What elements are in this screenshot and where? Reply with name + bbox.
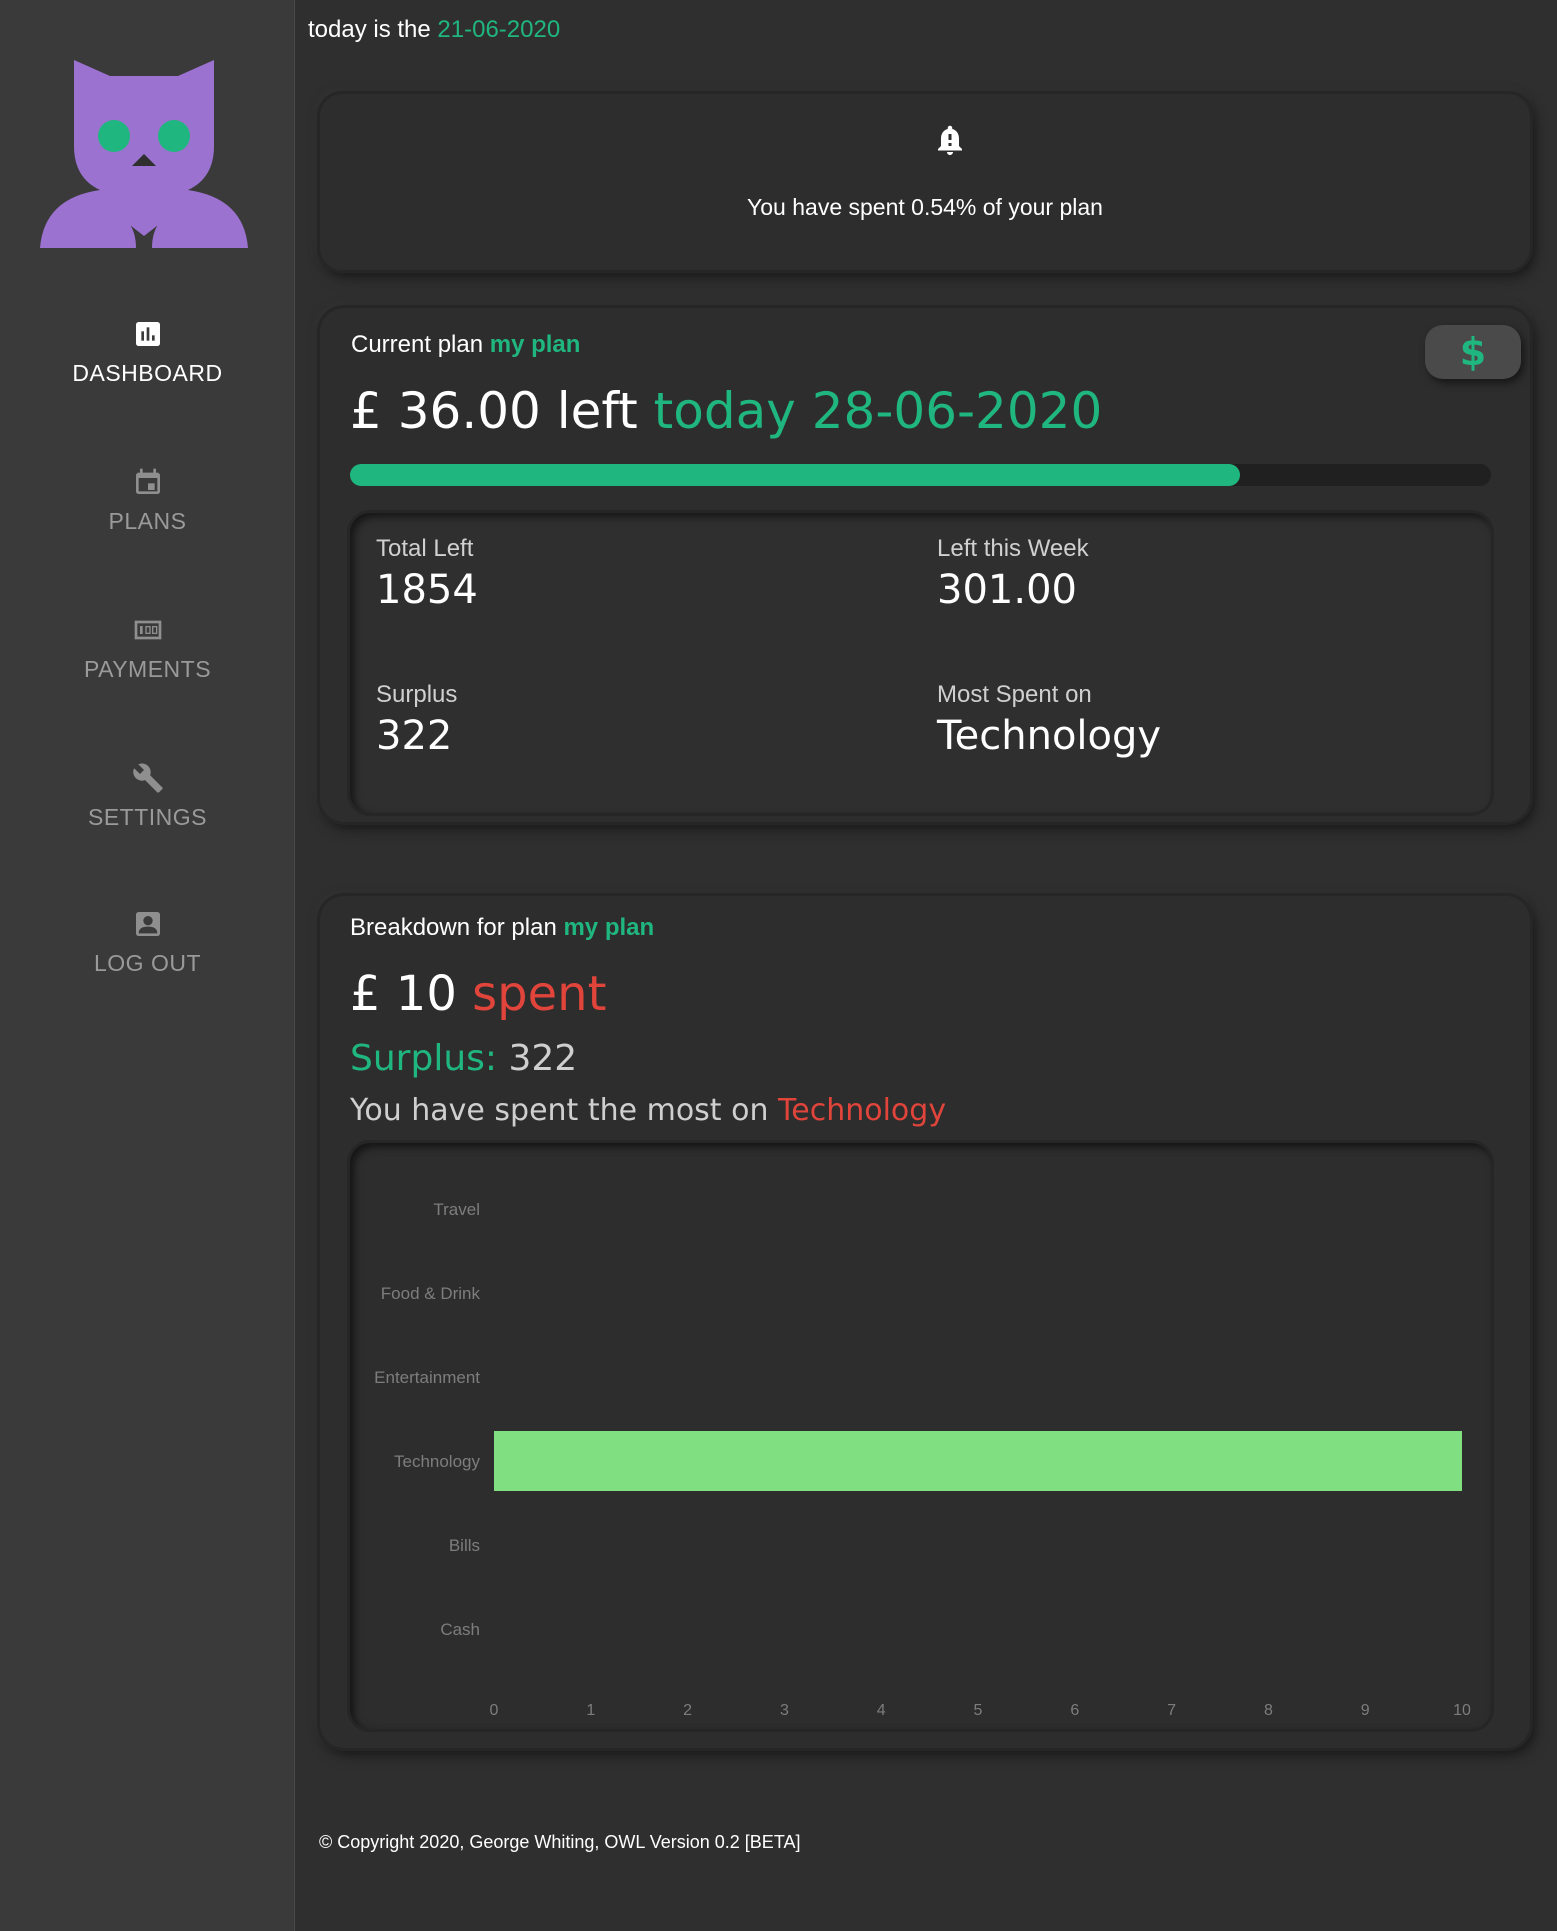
- stat-most-spent: Most Spent on Technology: [937, 681, 1161, 759]
- x-tick-label: 0: [490, 1702, 499, 1719]
- owl-logo: [40, 60, 248, 248]
- stat-most-spent-label: Most Spent on: [937, 681, 1092, 708]
- category-chart: Travel Food & Drink Entertainment Technolog…: [350, 1143, 1491, 1729]
- stat-total-left: Total Left 1854: [376, 535, 478, 613]
- plan-stats-panel: Total Left 1854 Left this Week 301.00 Su…: [350, 513, 1491, 813]
- x-tick-label: 7: [1167, 1702, 1176, 1719]
- nav-dashboard[interactable]: DASHBOARD: [0, 318, 295, 387]
- chart-bar[interactable]: [494, 1431, 1462, 1491]
- stat-surplus: Surplus 322: [376, 681, 457, 759]
- amount-left: £ 36.00 left: [350, 382, 638, 440]
- spent-amount: £ 10: [350, 966, 457, 1022]
- wrench-icon: [132, 763, 163, 793]
- nav-logout-label: LOG OUT: [93, 950, 201, 976]
- nav-settings-label: SETTINGS: [87, 804, 207, 830]
- most-spent-line: You have spent the most on Technology: [350, 1093, 946, 1128]
- calendar-icon: [135, 468, 160, 494]
- stat-total-left-label: Total Left: [376, 535, 474, 562]
- money-icon: [134, 620, 161, 640]
- category-label: Entertainment: [374, 1368, 480, 1387]
- breakdown-prefix: Breakdown for plan: [350, 914, 557, 941]
- current-plan-prefix: Current plan: [351, 331, 484, 358]
- x-tick-label: 6: [1070, 1702, 1079, 1719]
- sidebar: DASHBOARD PLANS PAYMENTS SETTINGS LOG OU…: [0, 0, 295, 1931]
- plan-end-date: 28-06-2020: [811, 382, 1103, 440]
- nav-plans-label: PLANS: [108, 508, 187, 534]
- today-date: 21-06-2020: [437, 16, 561, 43]
- surplus-line: Surplus: 322: [350, 1038, 577, 1079]
- dollar-button[interactable]: $: [1425, 325, 1521, 379]
- bell-alert-icon: [938, 125, 962, 155]
- alert-message: You have spent 0.54% of your plan: [747, 194, 1103, 220]
- x-tick-label: 4: [877, 1702, 886, 1719]
- plan-progress-bar: [350, 464, 1491, 486]
- category-label: Food & Drink: [381, 1284, 481, 1303]
- plan-progress-fill: [350, 464, 1240, 486]
- x-tick-label: 1: [586, 1702, 595, 1719]
- stat-left-week: Left this Week 301.00: [937, 535, 1089, 613]
- nav-dashboard-label: DASHBOARD: [72, 360, 223, 386]
- x-tick-label: 10: [1453, 1702, 1471, 1719]
- x-tick-label: 2: [683, 1702, 692, 1719]
- nav-logout[interactable]: LOG OUT: [0, 908, 295, 977]
- surplus-value: 322: [508, 1038, 578, 1079]
- spent-line: £ 10 spent: [350, 966, 606, 1022]
- today-label: today: [653, 382, 796, 440]
- main-content: today is the 21-06-2020 You have spent 0…: [295, 0, 1557, 1931]
- stat-surplus-value: 322: [376, 713, 453, 759]
- bar-chart-icon: [135, 322, 160, 346]
- category-label: Technology: [394, 1452, 481, 1471]
- stat-most-spent-value: Technology: [937, 713, 1162, 759]
- nav-payments-label: PAYMENTS: [83, 656, 212, 682]
- breakdown-title: Breakdown for plan my plan: [350, 914, 654, 942]
- stat-left-week-label: Left this Week: [937, 535, 1089, 562]
- account-box-icon: [135, 912, 160, 936]
- current-plan-name[interactable]: my plan: [490, 331, 581, 358]
- spent-word: spent: [472, 966, 607, 1022]
- current-plan-card: Current plan my plan $ £ 36.00 left toda…: [320, 308, 1530, 822]
- breakdown-plan-name[interactable]: my plan: [563, 914, 654, 941]
- spending-alert-card: You have spent 0.54% of your plan: [320, 94, 1530, 270]
- current-plan-title: Current plan my plan: [351, 331, 580, 359]
- amount-left-line: £ 36.00 left today 28-06-2020: [350, 382, 1102, 440]
- x-tick-label: 5: [974, 1702, 983, 1719]
- surplus-label: Surplus:: [350, 1038, 498, 1079]
- stat-left-week-value: 301.00: [937, 567, 1077, 613]
- x-tick-label: 9: [1361, 1702, 1370, 1719]
- category-label: Bills: [449, 1536, 480, 1555]
- x-tick-label: 3: [780, 1702, 789, 1719]
- category-bar-chart: Travel Food & Drink Entertainment Technolog…: [374, 1200, 1471, 1719]
- dollar-icon: $: [1459, 330, 1487, 374]
- breakdown-card: Breakdown for plan my plan £ 10 spent Su…: [320, 896, 1530, 1748]
- most-spent-prefix: You have spent the most on: [350, 1093, 769, 1128]
- stat-surplus-label: Surplus: [376, 681, 458, 708]
- nav-plans[interactable]: PLANS: [0, 466, 295, 535]
- category-label: Cash: [440, 1620, 480, 1639]
- nav-settings[interactable]: SETTINGS: [0, 762, 295, 831]
- stat-total-left-value: 1854: [376, 567, 478, 613]
- x-tick-label: 8: [1264, 1702, 1273, 1719]
- copyright-footer: © Copyright 2020, George Whiting, OWL Ve…: [319, 1832, 801, 1852]
- date-prefix: today is the: [308, 16, 431, 43]
- today-date-line: today is the 21-06-2020: [308, 16, 560, 44]
- most-spent-category: Technology: [778, 1093, 947, 1128]
- category-label: Travel: [433, 1200, 480, 1219]
- nav-payments[interactable]: PAYMENTS: [0, 614, 295, 683]
